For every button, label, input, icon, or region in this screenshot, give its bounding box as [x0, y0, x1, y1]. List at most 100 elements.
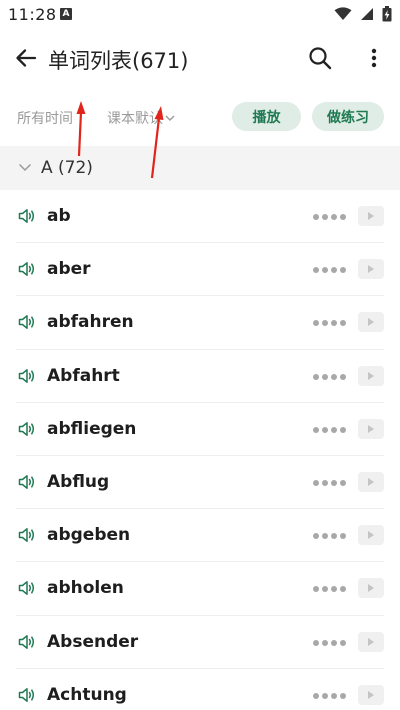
- familiarity-dots: [313, 479, 346, 486]
- familiarity-dot: [331, 533, 337, 540]
- word-row[interactable]: Achtung: [0, 669, 400, 710]
- familiarity-dot: [313, 586, 319, 593]
- speaker-icon[interactable]: [18, 527, 36, 543]
- play-word-button[interactable]: [358, 206, 384, 226]
- familiarity-dot: [331, 639, 337, 646]
- word-text: abgeben: [47, 525, 131, 546]
- familiarity-dot: [313, 639, 319, 646]
- familiarity-dots: [313, 267, 346, 274]
- play-icon: [368, 584, 374, 593]
- familiarity-dot: [313, 692, 319, 699]
- familiarity-dot: [340, 426, 346, 433]
- play-icon: [368, 424, 374, 433]
- word-row[interactable]: abholen: [0, 562, 400, 616]
- practice-button[interactable]: 做练习: [312, 102, 384, 131]
- order-filter-label: 课本默认: [107, 111, 163, 127]
- familiarity-dot: [340, 479, 346, 486]
- signal-icon: [361, 8, 373, 20]
- familiarity-dot: [322, 267, 328, 274]
- order-filter[interactable]: 课本默认: [107, 108, 175, 128]
- group-header[interactable]: A (72): [0, 146, 400, 190]
- status-bar: 11:28 A: [0, 0, 400, 28]
- page-title: 单词列表(671): [48, 49, 189, 73]
- familiarity-dots: [313, 320, 346, 327]
- familiarity-dot: [322, 586, 328, 593]
- familiarity-dot: [340, 267, 346, 274]
- speaker-icon[interactable]: [18, 580, 36, 596]
- speaker-icon[interactable]: [18, 634, 36, 650]
- familiarity-dot: [340, 533, 346, 540]
- speaker-icon[interactable]: [18, 314, 36, 330]
- play-word-button[interactable]: [358, 631, 384, 652]
- play-word-button[interactable]: [358, 471, 384, 492]
- familiarity-dot: [313, 533, 319, 540]
- speaker-icon[interactable]: [18, 687, 36, 703]
- familiarity-dot: [322, 639, 328, 646]
- familiarity-dot: [322, 479, 328, 486]
- speaker-icon[interactable]: [18, 421, 36, 437]
- play-word-button[interactable]: [358, 418, 384, 439]
- word-text: aber: [47, 259, 91, 280]
- word-list: ab aber abfahren Abfahrt abfliegen Abflug abge…: [0, 190, 400, 710]
- speaker-icon[interactable]: [18, 368, 36, 384]
- word-row[interactable]: Abfahrt: [0, 350, 400, 403]
- word-text: ab: [47, 206, 71, 226]
- chevron-down-icon: [165, 115, 175, 121]
- status-time: 11:28: [8, 5, 57, 24]
- play-icon: [368, 637, 374, 646]
- play-icon: [368, 212, 374, 220]
- play-icon: [368, 265, 374, 274]
- play-word-button[interactable]: [358, 684, 384, 705]
- word-row[interactable]: Absender: [0, 616, 400, 669]
- word-text: abholen: [47, 578, 124, 599]
- word-text: Abflug: [47, 471, 110, 492]
- back-arrow-icon: [16, 49, 37, 67]
- play-icon: [368, 477, 374, 486]
- notification-icon: A: [60, 8, 72, 20]
- familiarity-dot: [313, 426, 319, 433]
- familiarity-dot: [340, 692, 346, 699]
- play-icon: [368, 690, 374, 699]
- word-row[interactable]: abfahren: [0, 296, 400, 350]
- familiarity-dot: [331, 586, 337, 593]
- word-row[interactable]: abfliegen: [0, 403, 400, 457]
- speaker-icon[interactable]: [18, 474, 36, 490]
- word-row[interactable]: aber: [0, 243, 400, 297]
- play-word-button[interactable]: [358, 525, 384, 546]
- play-icon: [368, 318, 374, 327]
- familiarity-dot: [313, 479, 319, 486]
- familiarity-dots: [313, 214, 346, 220]
- app-bar: 单词列表(671): [0, 28, 400, 88]
- familiarity-dot: [331, 214, 337, 220]
- status-icons: [334, 6, 392, 22]
- word-row[interactable]: ab: [0, 190, 400, 244]
- familiarity-dots: [313, 373, 346, 380]
- play-word-button[interactable]: [358, 312, 384, 333]
- more-options-button[interactable]: [360, 44, 388, 72]
- more-vertical-icon: [371, 48, 377, 68]
- back-button[interactable]: [12, 44, 40, 72]
- search-button[interactable]: [306, 44, 334, 72]
- wifi-icon: [334, 7, 352, 20]
- familiarity-dot: [322, 320, 328, 327]
- word-row[interactable]: abgeben: [0, 509, 400, 563]
- familiarity-dot: [331, 267, 337, 274]
- familiarity-dot: [340, 214, 346, 220]
- speaker-icon[interactable]: [18, 208, 36, 224]
- collapse-chevron-icon: [18, 163, 32, 172]
- speaker-icon[interactable]: [18, 261, 36, 277]
- play-word-button[interactable]: [358, 259, 384, 280]
- group-label: A (72): [41, 158, 93, 178]
- familiarity-dot: [313, 373, 319, 380]
- word-row[interactable]: Abflug: [0, 456, 400, 510]
- word-text: Abfahrt: [47, 365, 120, 386]
- familiarity-dots: [313, 533, 346, 540]
- familiarity-dot: [331, 426, 337, 433]
- play-word-button[interactable]: [358, 578, 384, 599]
- play-button[interactable]: 播放: [232, 102, 301, 131]
- play-word-button[interactable]: [358, 365, 384, 386]
- time-filter[interactable]: 所有时间: [17, 108, 73, 128]
- word-text: Achtung: [47, 684, 127, 705]
- familiarity-dot: [331, 479, 337, 486]
- search-icon: [309, 47, 332, 70]
